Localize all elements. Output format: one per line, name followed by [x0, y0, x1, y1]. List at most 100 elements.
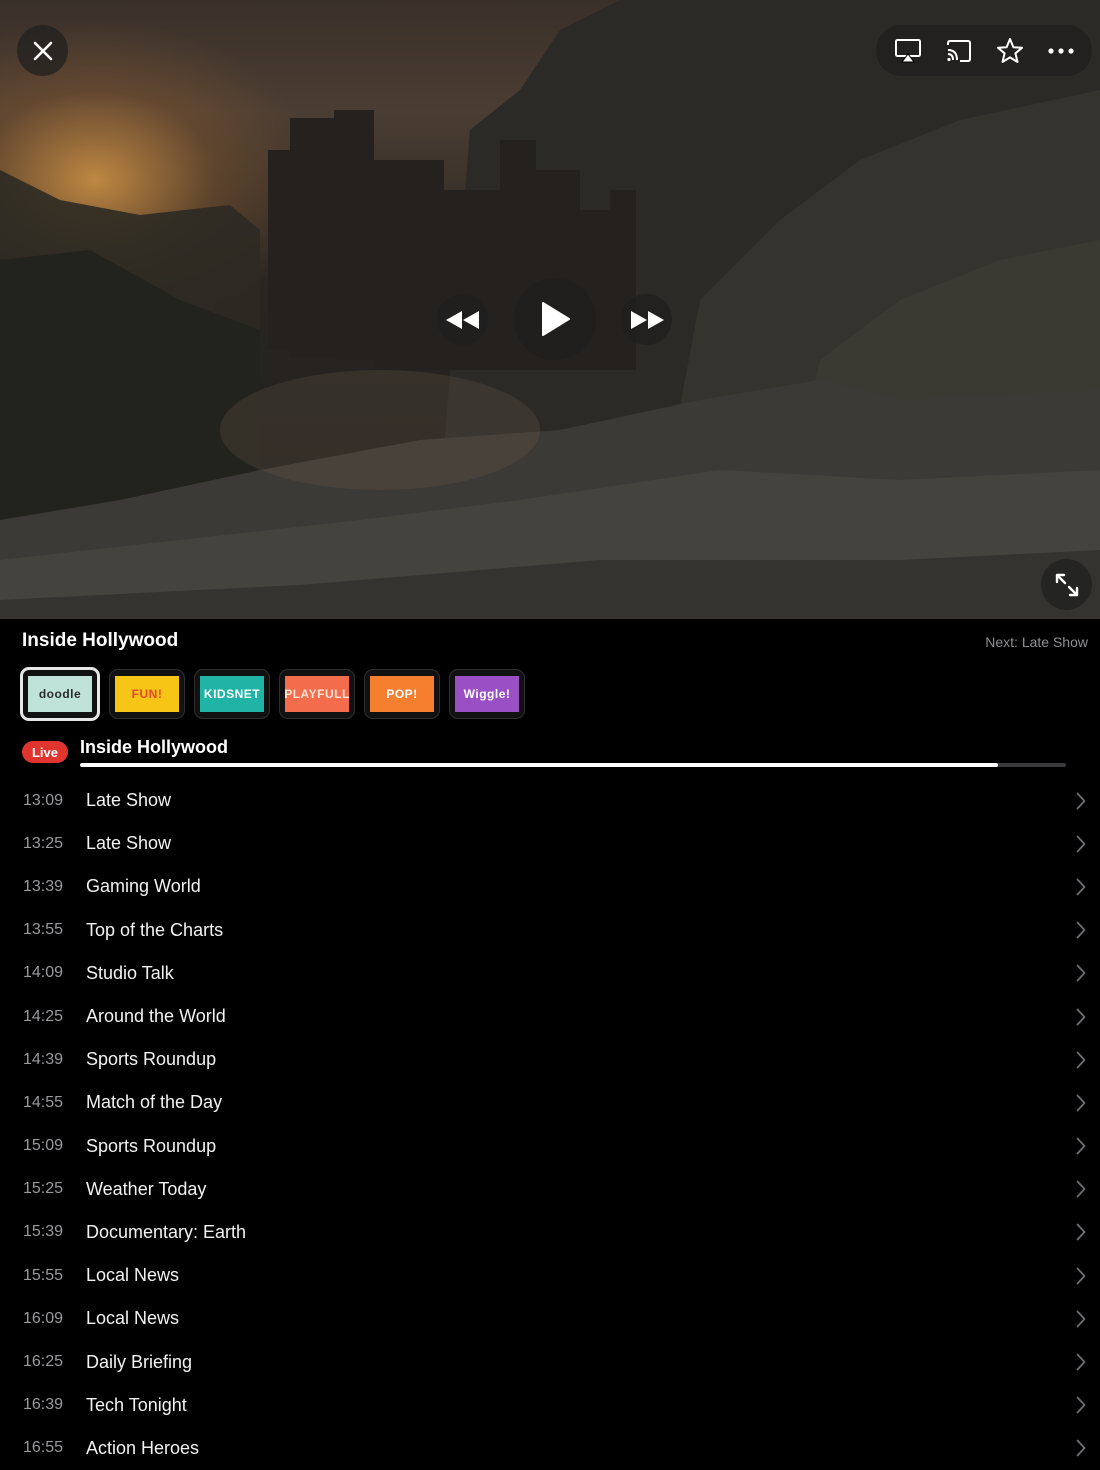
live-progress-fill: [80, 763, 998, 767]
airplay-button[interactable]: [886, 29, 930, 73]
schedule-list: 13:09 Late Show 13:25 Late Show 13:39 Gaming …: [0, 779, 1100, 1470]
chevron-right-icon: [1076, 792, 1086, 809]
cast-icon: [946, 39, 971, 62]
schedule-program-title: Sports Roundup: [86, 1135, 217, 1156]
schedule-program-title: Documentary: Earth: [86, 1221, 247, 1242]
schedule-program-title: Late Show: [86, 833, 172, 854]
top-controls: [876, 25, 1092, 76]
schedule-program-title: Studio Talk: [86, 962, 174, 983]
schedule-time: 14:39: [23, 1050, 64, 1068]
channel-tile[interactable]: FUN!: [109, 669, 185, 719]
chevron-right-icon: [1076, 1094, 1086, 1112]
schedule-time: 14:09: [23, 964, 64, 982]
chevron-right-icon: [1076, 1440, 1086, 1457]
channel-tile[interactable]: POP!: [364, 669, 440, 719]
schedule-row[interactable]: 14:55 Match of the Day: [0, 1081, 1100, 1124]
schedule-row[interactable]: 15:55 Local News: [0, 1254, 1100, 1297]
schedule-row[interactable]: 14:39 Sports Roundup: [0, 1038, 1100, 1081]
schedule-program-title: Tech Tonight: [86, 1394, 187, 1415]
schedule-program-title: Local News: [86, 1265, 180, 1286]
schedule-row[interactable]: 13:25 Late Show: [0, 822, 1100, 865]
fast-forward-icon: [630, 310, 664, 329]
schedule-row[interactable]: 13:09 Late Show: [0, 779, 1100, 822]
schedule-time: 15:55: [23, 1266, 64, 1284]
fullscreen-button[interactable]: [1041, 559, 1092, 610]
video-player[interactable]: [0, 0, 1100, 619]
schedule-time: 16:39: [23, 1396, 64, 1414]
chevron-right-icon: [1076, 1267, 1086, 1285]
play-icon: [542, 302, 570, 336]
schedule-time: 15:39: [23, 1223, 64, 1241]
channel-logo: FUN!: [115, 676, 179, 712]
live-progress-bar: [80, 763, 1066, 767]
schedule-time: 16:55: [23, 1439, 64, 1457]
schedule-time: 13:39: [23, 877, 64, 895]
chevron-right-icon: [1076, 1396, 1086, 1414]
schedule-time: 15:09: [23, 1137, 64, 1155]
rewind-icon: [445, 310, 479, 329]
channel-strip: doodle FUN! KIDSNET PLAYFULL POP! Wiggle!: [20, 667, 525, 721]
schedule-time: 13:25: [23, 834, 64, 852]
schedule-program-title: Sports Roundup: [86, 1049, 217, 1070]
chevron-right-icon: [1076, 878, 1086, 896]
schedule-time: 15:25: [23, 1180, 64, 1198]
channel-tile[interactable]: PLAYFULL: [279, 669, 355, 719]
now-playing-title: Inside Hollywood: [22, 630, 179, 651]
schedule-row[interactable]: 15:09 Sports Roundup: [0, 1125, 1100, 1168]
channel-tile[interactable]: Wiggle!: [449, 669, 525, 719]
chevron-right-icon: [1076, 1310, 1086, 1328]
airplay-icon: [894, 38, 921, 62]
schedule-row[interactable]: 16:39 Tech Tonight: [0, 1384, 1100, 1427]
expand-icon: [1055, 573, 1078, 596]
schedule-program-title: Action Heroes: [86, 1437, 200, 1458]
chevron-right-icon: [1076, 1051, 1086, 1069]
schedule-time: 14:55: [23, 1093, 64, 1111]
channel-tile[interactable]: KIDSNET: [194, 669, 270, 719]
schedule-program-title: Around the World: [86, 1006, 226, 1027]
live-badge: Live: [22, 741, 68, 763]
play-button[interactable]: [514, 278, 596, 360]
live-program-title: Inside Hollywood: [80, 737, 229, 757]
close-button[interactable]: [17, 25, 68, 76]
chevron-right-icon: [1076, 1180, 1086, 1198]
chevron-right-icon: [1076, 835, 1086, 853]
more-button[interactable]: [1039, 29, 1083, 73]
cast-button[interactable]: [937, 29, 981, 73]
channel-tile[interactable]: doodle: [20, 667, 100, 721]
schedule-row[interactable]: 14:09 Studio Talk: [0, 952, 1100, 995]
next-up-label: Next: Late Show: [985, 634, 1088, 650]
schedule-time: 16:09: [23, 1309, 64, 1327]
chevron-right-icon: [1076, 1353, 1086, 1371]
close-icon: [33, 41, 52, 60]
schedule-program-title: Weather Today: [86, 1178, 207, 1199]
chevron-right-icon: [1076, 964, 1086, 982]
schedule-time: 16:25: [23, 1353, 64, 1371]
schedule-row[interactable]: 15:25 Weather Today: [0, 1168, 1100, 1211]
chevron-right-icon: [1076, 1224, 1086, 1241]
schedule-program-title: Match of the Day: [86, 1092, 223, 1113]
more-icon: [1047, 47, 1074, 54]
favorite-button[interactable]: [988, 29, 1032, 73]
schedule-program-title: Gaming World: [86, 876, 201, 897]
channel-logo: PLAYFULL: [284, 676, 349, 712]
schedule-row[interactable]: 16:25 Daily Briefing: [0, 1340, 1100, 1383]
chevron-right-icon: [1076, 1008, 1086, 1025]
chevron-right-icon: [1076, 921, 1086, 939]
chevron-right-icon: [1076, 1137, 1086, 1155]
schedule-program-title: Local News: [86, 1308, 180, 1329]
schedule-row[interactable]: 16:55 Action Heroes: [0, 1427, 1100, 1470]
schedule-row[interactable]: 16:09 Local News: [0, 1297, 1100, 1340]
schedule-row[interactable]: 14:25 Around the World: [0, 995, 1100, 1038]
schedule-time: 13:09: [23, 791, 64, 809]
fast-forward-button[interactable]: [621, 294, 672, 345]
schedule-row[interactable]: 15:39 Documentary: Earth: [0, 1211, 1100, 1254]
channel-logo: Wiggle!: [455, 676, 519, 712]
channel-logo: KIDSNET: [200, 676, 264, 712]
schedule-time: 14:25: [23, 1007, 64, 1025]
rewind-button[interactable]: [437, 294, 488, 345]
schedule-row[interactable]: 13:39 Gaming World: [0, 865, 1100, 908]
schedule-program-title: Top of the Charts: [86, 919, 224, 940]
channel-logo: POP!: [370, 676, 434, 712]
schedule-row[interactable]: 13:55 Top of the Charts: [0, 909, 1100, 952]
channel-logo: doodle: [28, 676, 92, 712]
